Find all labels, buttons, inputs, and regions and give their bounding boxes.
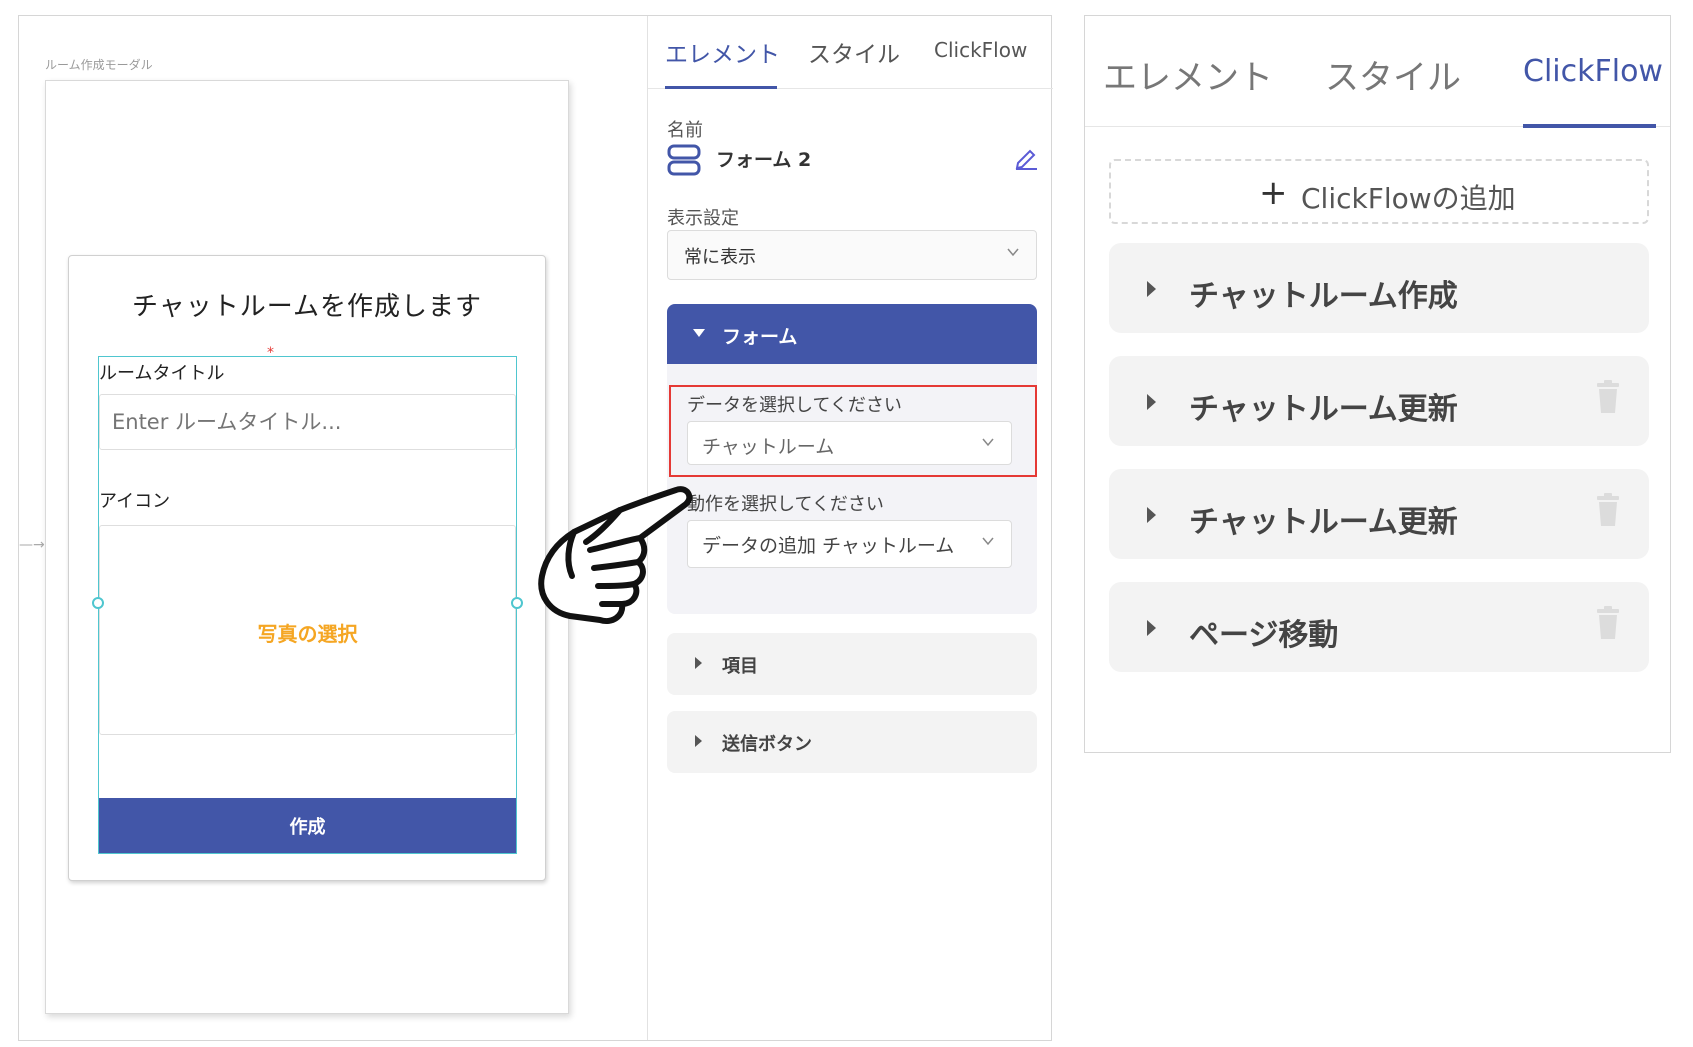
chevron-down-icon [982, 438, 994, 447]
tab-clickflow[interactable]: ClickFlow [1523, 54, 1663, 89]
room-title-label: ルームタイトル [99, 363, 225, 384]
caret-right-icon [1147, 281, 1156, 297]
form-icon [667, 144, 701, 176]
active-tab-indicator [1523, 124, 1656, 128]
display-setting-label: 表示設定 [667, 208, 739, 229]
clickflow-tabs: エレメント スタイル ClickFlow [1085, 16, 1670, 128]
caret-right-icon [695, 735, 702, 747]
properties-tabs: エレメント スタイル ClickFlow [648, 16, 1053, 89]
form-section-title: フォーム [722, 326, 798, 348]
photo-select-label: 写真の選択 [257, 622, 358, 646]
canvas-label: ルーム作成モーダル [45, 58, 153, 72]
caret-right-icon [1147, 507, 1156, 523]
data-select[interactable]: チャットルーム [687, 421, 1012, 465]
required-marker: * [267, 345, 274, 361]
tab-clickflow[interactable]: ClickFlow [934, 38, 1027, 62]
form-section-header[interactable]: フォーム [667, 304, 1037, 364]
trash-icon[interactable] [1595, 606, 1621, 640]
add-clickflow-button[interactable]: + ClickFlowの追加 [1109, 159, 1649, 224]
add-clickflow-label: ClickFlowの追加 [1301, 182, 1516, 215]
photo-select-box[interactable]: 写真の選択 [99, 525, 516, 735]
data-select-value: チャットルーム [702, 436, 835, 458]
chevron-down-icon [1007, 248, 1019, 257]
tab-element[interactable]: エレメント [1103, 50, 1273, 99]
pointing-hand-icon [538, 486, 693, 624]
clickflow-item-label: チャットルーム更新 [1189, 392, 1458, 427]
caret-right-icon [1147, 620, 1156, 636]
element-name: フォーム 2 [716, 149, 812, 171]
submit-button-section[interactable]: 送信ボタン [667, 711, 1037, 773]
resize-handle-right[interactable] [511, 597, 523, 609]
tab-style[interactable]: スタイル [808, 35, 900, 69]
trash-icon[interactable] [1595, 380, 1621, 414]
caret-down-icon [693, 329, 705, 337]
active-tab-indicator [665, 86, 777, 89]
clickflow-item[interactable]: チャットルーム更新 [1109, 356, 1649, 446]
modal-card: チャットルームを作成します * ルームタイトル アイコン 写真の選択 作成 [68, 255, 546, 881]
clickflow-panel: エレメント スタイル ClickFlow + ClickFlowの追加 チャット… [1084, 15, 1671, 753]
items-section-title: 項目 [722, 656, 758, 677]
modal-title: チャットルームを作成します [132, 292, 482, 322]
clickflow-item-label: ページ移動 [1189, 618, 1339, 653]
icon-label: アイコン [99, 491, 171, 512]
tab-element[interactable]: エレメント [665, 35, 780, 69]
tab-style[interactable]: スタイル [1325, 50, 1461, 99]
modal-frame[interactable]: チャットルームを作成します * ルームタイトル アイコン 写真の選択 作成 [45, 80, 569, 1014]
caret-right-icon [695, 657, 702, 669]
room-title-input[interactable] [99, 394, 516, 450]
connector-arrow-icon: —→ [19, 537, 45, 553]
clickflow-item-label: チャットルーム作成 [1189, 279, 1458, 314]
data-select-label: データを選択してください [687, 395, 902, 416]
create-button[interactable]: 作成 [99, 798, 516, 853]
plus-icon: + [1259, 173, 1288, 213]
items-section[interactable]: 項目 [667, 633, 1037, 695]
chevron-down-icon [982, 537, 994, 546]
action-select-label: 動作を選択してください [687, 494, 884, 515]
trash-icon[interactable] [1595, 493, 1621, 527]
pencil-icon[interactable] [1013, 144, 1039, 170]
properties-panel: エレメント スタイル ClickFlow 名前 フォーム 2 表示設定 常に表示… [648, 16, 1053, 1040]
clickflow-item[interactable]: チャットルーム更新 [1109, 469, 1649, 559]
action-select-value: データの追加 チャットルーム [702, 535, 955, 557]
submit-button-section-title: 送信ボタン [722, 734, 812, 755]
form-element[interactable]: * ルームタイトル アイコン 写真の選択 作成 [92, 345, 523, 854]
action-select[interactable]: データの追加 チャットルーム [687, 520, 1012, 568]
display-setting-value: 常に表示 [684, 247, 756, 268]
resize-handle-left[interactable] [92, 597, 104, 609]
form-section: フォーム データを選択してください チャットルーム 動作を選択してください デー… [667, 304, 1037, 614]
name-label: 名前 [667, 120, 703, 141]
clickflow-item[interactable]: ページ移動 [1109, 582, 1649, 672]
display-setting-select[interactable]: 常に表示 [667, 230, 1037, 280]
caret-right-icon [1147, 394, 1156, 410]
clickflow-item-label: チャットルーム更新 [1189, 505, 1458, 540]
clickflow-item[interactable]: チャットルーム作成 [1109, 243, 1649, 333]
